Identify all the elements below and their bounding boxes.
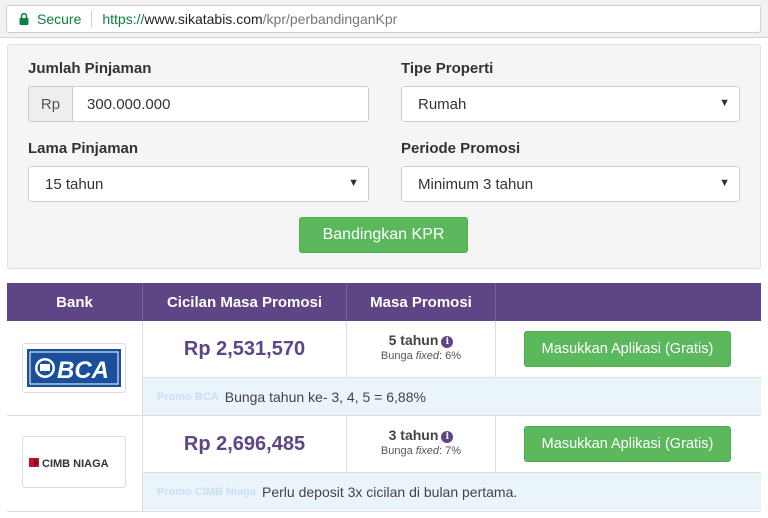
rate-fixed: fixed bbox=[415, 445, 440, 457]
property-type-value: Rumah bbox=[418, 95, 467, 113]
secure-label: Secure bbox=[37, 11, 82, 27]
installment-value: Rp 2,531,570 bbox=[143, 321, 347, 377]
header-bank: Bank bbox=[7, 283, 143, 321]
loan-term-label: Lama Pinjaman bbox=[28, 140, 139, 157]
promo-note-text: Perlu deposit 3x cicilan di bulan pertam… bbox=[262, 483, 518, 500]
loan-term-value: 15 tahun bbox=[45, 175, 104, 193]
rate-prefix: Bunga bbox=[380, 445, 416, 457]
installment-value: Rp 2,696,485 bbox=[143, 416, 347, 472]
table-row: CIMB NIAGA Rp 2,696,485 3 tahun i Bunga f… bbox=[7, 416, 761, 512]
promo-note: Promo CIMB Niaga Perlu deposit 3x cicila… bbox=[143, 472, 761, 510]
lock-icon bbox=[19, 12, 29, 25]
promo-period-cell: 3 tahun i Bunga fixed: 7% bbox=[347, 416, 496, 472]
promo-note-text: Bunga tahun ke- 3, 4, 5 = 6,88% bbox=[224, 388, 426, 405]
url-text[interactable]: https://www.sikatabis.com/kpr/perbanding… bbox=[102, 11, 397, 27]
browser-address-bar: Secure https://www.sikatabis.com/kpr/per… bbox=[0, 0, 768, 38]
url-box[interactable]: Secure https://www.sikatabis.com/kpr/per… bbox=[6, 5, 761, 33]
chevron-down-icon: ▼ bbox=[719, 97, 730, 109]
cimb-logo-icon: CIMB NIAGA bbox=[29, 458, 109, 470]
cimb-logo-text: CIMB NIAGA bbox=[42, 458, 109, 470]
apply-button[interactable]: Masukkan Aplikasi (Gratis) bbox=[524, 331, 731, 367]
chevron-down-icon: ▼ bbox=[719, 177, 730, 189]
rate-text: Bunga fixed: 6% bbox=[347, 350, 495, 362]
header-installment: Cicilan Masa Promosi bbox=[143, 283, 347, 321]
property-type-label: Tipe Properti bbox=[401, 60, 494, 77]
header-promo-period: Masa Promosi bbox=[347, 283, 496, 321]
table-header: Bank Cicilan Masa Promosi Masa Promosi bbox=[7, 283, 761, 321]
compare-kpr-button[interactable]: Bandingkan KPR bbox=[299, 217, 468, 253]
table-row: BCA Rp 2,531,570 5 tahun i Bunga fixed: 6… bbox=[7, 321, 761, 416]
rate-fixed: fixed bbox=[415, 350, 440, 362]
loan-amount-value: 300.000.000 bbox=[87, 95, 171, 113]
url-protocol: https:// bbox=[102, 11, 145, 27]
promo-years: 5 tahun bbox=[388, 332, 439, 348]
promo-period-cell: 5 tahun i Bunga fixed: 6% bbox=[347, 321, 496, 377]
loan-term-select[interactable]: 15 tahun ▼ bbox=[28, 166, 369, 202]
promo-period-label: Periode Promosi bbox=[401, 140, 521, 157]
url-separator bbox=[91, 11, 93, 27]
chevron-down-icon: ▼ bbox=[348, 177, 359, 189]
promo-note: Promo BCA Bunga tahun ke- 3, 4, 5 = 6,88… bbox=[143, 377, 761, 415]
bank-cell: BCA bbox=[7, 321, 143, 416]
rate-prefix: Bunga bbox=[380, 350, 416, 362]
url-host: www.sikatabis.com bbox=[144, 11, 263, 27]
apply-button[interactable]: Masukkan Aplikasi (Gratis) bbox=[524, 426, 731, 462]
promo-tag: Promo BCA bbox=[157, 390, 219, 403]
bca-logo: BCA bbox=[22, 343, 126, 393]
promo-period-value: Minimum 3 tahun bbox=[418, 175, 534, 193]
bca-logo-text: BCA bbox=[57, 357, 109, 384]
property-type-select[interactable]: Rumah ▼ bbox=[401, 86, 740, 122]
loan-amount-label: Jumlah Pinjaman bbox=[28, 60, 152, 77]
rate-suffix: : 6% bbox=[439, 350, 462, 362]
url-path: /kpr/perbandinganKpr bbox=[262, 11, 398, 27]
kpr-form-panel: Jumlah Pinjaman Rp 300.000.000 Tipe Prop… bbox=[7, 44, 761, 269]
currency-addon: Rp bbox=[29, 87, 73, 121]
promo-tag: Promo CIMB Niaga bbox=[157, 485, 257, 498]
loan-amount-input[interactable]: Rp 300.000.000 bbox=[28, 86, 369, 122]
bank-cell: CIMB NIAGA bbox=[7, 416, 143, 512]
promo-period-select[interactable]: Minimum 3 tahun ▼ bbox=[401, 166, 740, 202]
header-action bbox=[496, 283, 761, 321]
rate-text: Bunga fixed: 7% bbox=[347, 445, 495, 457]
rate-suffix: : 7% bbox=[439, 445, 462, 457]
promo-years: 3 tahun bbox=[388, 427, 439, 443]
bca-logo-icon: BCA bbox=[27, 349, 121, 387]
cimb-niaga-logo: CIMB NIAGA bbox=[22, 436, 126, 488]
info-icon[interactable]: i bbox=[441, 431, 454, 443]
info-icon[interactable]: i bbox=[441, 336, 454, 348]
